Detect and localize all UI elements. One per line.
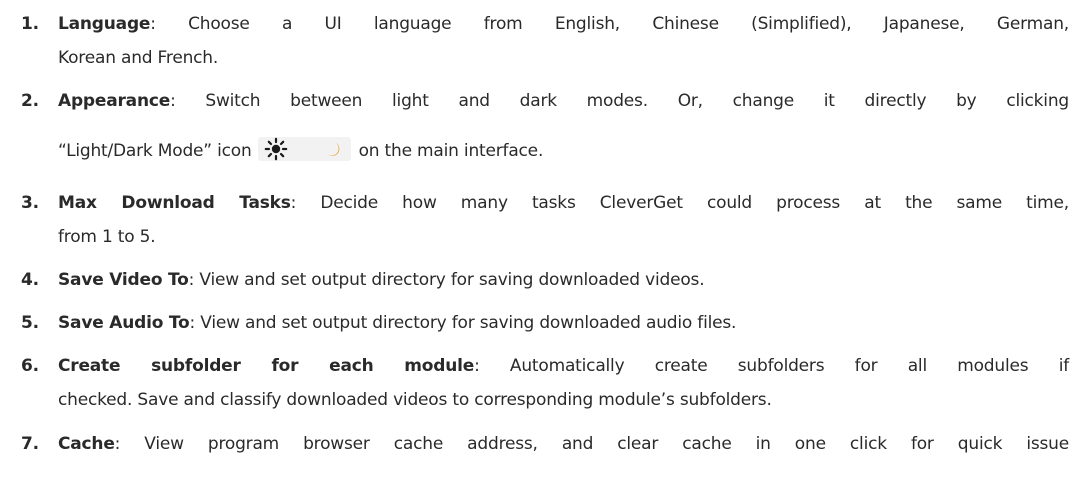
item-line: checked. Save and classify downloaded vi… <box>58 390 1069 410</box>
item-number: 7. <box>21 434 39 454</box>
item-text: Decide how many tasks CleverGet could pr… <box>296 193 1069 213</box>
item-line: Language: Choose a UI language from Engl… <box>58 14 1069 34</box>
item-line: Appearance: Switch between light and dar… <box>58 91 1069 111</box>
item-text: View and set output directory for saving… <box>194 270 705 290</box>
item-line: Save Audio To: View and set output direc… <box>58 313 1069 333</box>
item-text: from 1 to 5. <box>58 227 156 247</box>
item-number: 3. <box>21 193 39 213</box>
item-text: Automatically create subfolders for all … <box>479 356 1070 376</box>
item-number: 5. <box>21 313 39 333</box>
item-text: Switch between light and dark modes. Or,… <box>175 91 1069 111</box>
light-dark-mode-icon <box>257 137 351 161</box>
item-text: checked. Save and classify downloaded vi… <box>58 390 772 410</box>
item-number: 4. <box>21 270 39 290</box>
item-term: Save Audio To <box>58 313 190 333</box>
item-term: Save Video To <box>58 270 189 290</box>
item-line: “Light/Dark Mode” icon on the main inter… <box>58 137 1069 161</box>
item-line: Create subfolder for each module: Automa… <box>58 356 1069 376</box>
item-term: Appearance <box>58 91 171 111</box>
item-term: Create subfolder for each module <box>58 356 475 376</box>
item-text: on the main interface. <box>358 141 544 161</box>
item-number: 2. <box>21 91 39 111</box>
item-text: Choose a UI language from English, Chine… <box>155 14 1069 34</box>
settings-description-list: 1. Language: Choose a UI language from E… <box>0 0 1077 493</box>
sun-icon <box>264 137 287 161</box>
item-term: Language <box>58 14 151 34</box>
item-number: 6. <box>21 356 39 376</box>
item-text: View program browser cache address, and … <box>120 434 1069 454</box>
item-line: Korean and French. <box>58 48 1069 68</box>
item-term: Cache <box>58 434 115 454</box>
item-text: “Light/Dark Mode” icon <box>58 141 252 161</box>
item-line: Max Download Tasks: Decide how many task… <box>58 193 1069 213</box>
item-term: Max Download Tasks <box>58 193 291 213</box>
item-number: 1. <box>21 14 39 34</box>
item-line: from 1 to 5. <box>58 227 1069 247</box>
item-line: Save Video To: View and set output direc… <box>58 270 1069 290</box>
moon-icon <box>327 142 339 156</box>
item-text: Korean and French. <box>58 48 219 68</box>
item-text: View and set output directory for saving… <box>195 313 737 333</box>
item-line: Cache: View program browser cache addres… <box>58 434 1069 454</box>
